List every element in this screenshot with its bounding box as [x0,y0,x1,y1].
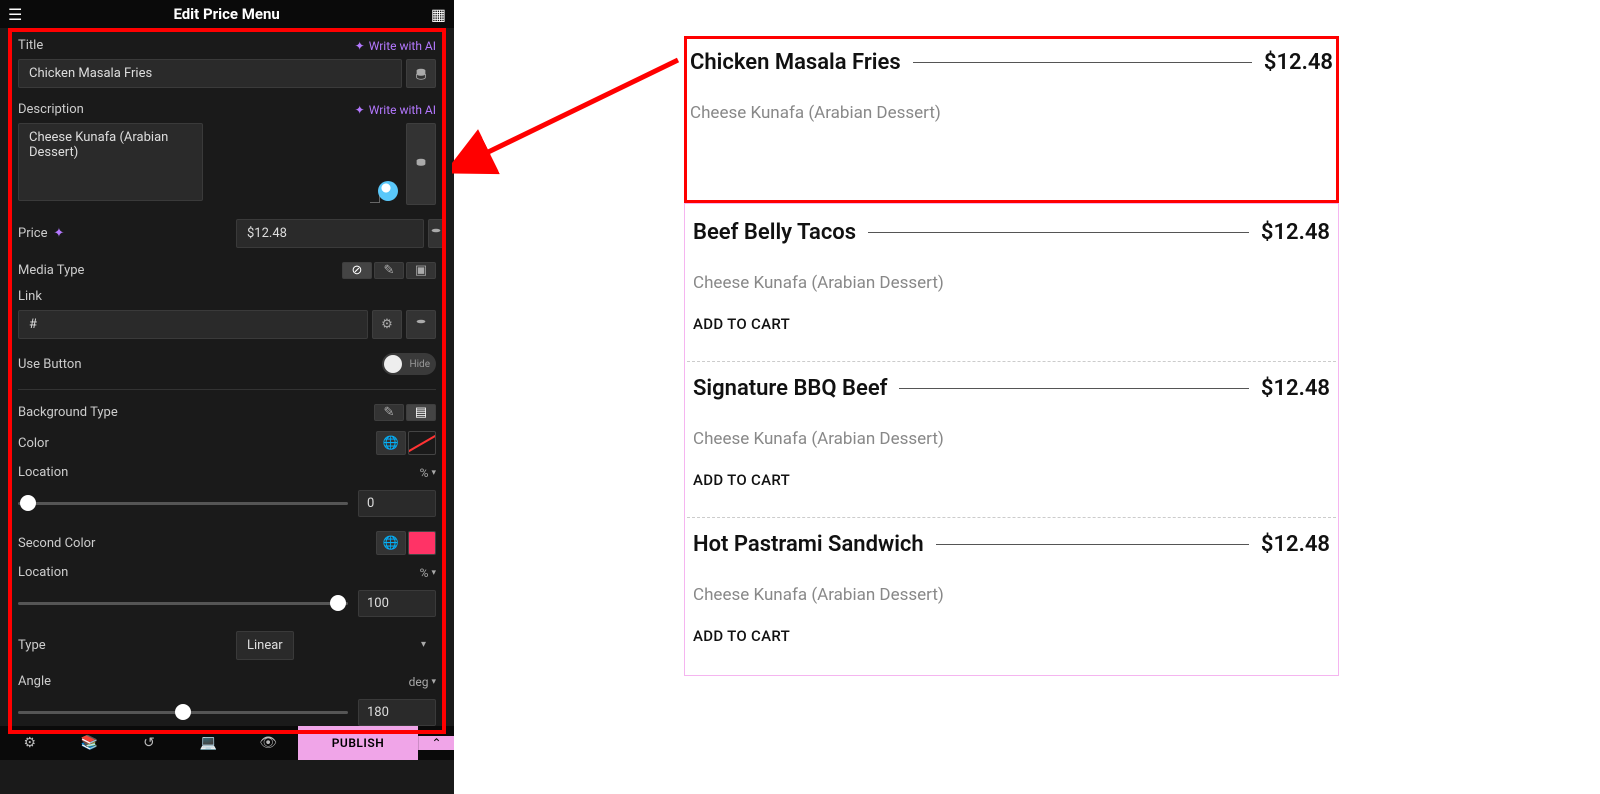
ai-avatar-icon[interactable] [378,181,398,201]
second-color-globe-icon[interactable]: 🌐 [376,531,406,555]
bg-solid-icon[interactable]: ✎ [374,404,404,421]
hamburger-icon[interactable]: ☰ [8,5,22,24]
menu-item-desc: Cheese Kunafa (Arabian Dessert) [693,429,1330,449]
location-unit[interactable]: %▾ [420,466,436,480]
link-label: Link [18,289,42,304]
use-button-label: Use Button [18,357,82,372]
sparkle-icon: ✦ [355,39,365,53]
color-swatch[interactable] [408,431,436,455]
menu-item-title: Chicken Masala Fries [690,50,901,75]
publish-button[interactable]: PUBLISH [298,726,418,760]
menu-item-title: Hot Pastrami Sandwich [693,532,924,557]
sparkle-icon: ✦ [53,226,64,241]
chevron-down-icon: ▾ [421,639,426,650]
footer-preview-icon[interactable]: 👁 [238,735,298,751]
menu-item-rule [936,544,1249,545]
link-settings-icon[interactable]: ⚙ [372,310,402,339]
type-label: Type [18,638,46,653]
panel-footer: ⚙ 📚 ↺ 💻 👁 PUBLISH ⌃ [0,726,454,760]
chevron-down-icon: ▾ [431,468,436,478]
location-value-input[interactable] [358,490,436,517]
angle-value-input[interactable] [358,699,436,726]
title-data-icon[interactable] [406,59,436,88]
footer-settings-icon[interactable]: ⚙ [0,735,60,751]
menu-item-price: $12.48 [1261,532,1330,557]
footer-layers-icon[interactable]: 📚 [60,735,120,751]
chevron-down-icon: ▾ [431,677,436,687]
color-globe-icon[interactable]: 🌐 [376,431,406,455]
title-label: Title [18,38,43,53]
media-image-icon[interactable]: ▣ [406,262,436,279]
footer-history-icon[interactable]: ↺ [119,735,179,751]
menu-item-title: Signature BBQ Beef [693,376,887,401]
location2-label: Location [18,565,68,580]
menu-item-price: $12.48 [1261,376,1330,401]
menu-item-rule [913,62,1252,63]
angle-unit[interactable]: deg▾ [409,675,436,689]
menu-items-container: Beef Belly Tacos $12.48 Cheese Kunafa (A… [684,203,1339,676]
panel-body: Title ✦Write with AI Description ✦Write … [0,28,454,726]
panel-title: Edit Price Menu [22,5,431,23]
location2-slider[interactable] [18,602,348,605]
footer-device-icon[interactable]: 💻 [179,735,239,751]
add-to-cart-button[interactable]: ADD TO CART [693,471,1330,489]
preview-canvas: Chicken Masala Fries $12.48 Cheese Kunaf… [454,0,1600,794]
panel-header: ☰ Edit Price Menu ▦ [0,0,454,28]
desc-data-icon[interactable] [406,123,436,205]
location2-unit[interactable]: %▾ [420,566,436,580]
price-data-icon[interactable] [428,219,444,248]
menu-item-selected[interactable]: Chicken Masala Fries $12.48 Cheese Kunaf… [684,36,1339,203]
location-slider[interactable] [18,502,348,505]
second-color-label: Second Color [18,536,95,551]
media-brush-icon[interactable]: ✎ [374,262,404,279]
menu-item-price: $12.48 [1264,50,1333,75]
menu-item-rule [868,232,1249,233]
edit-panel: ☰ Edit Price Menu ▦ Title ✦Write with AI… [0,0,454,794]
bg-gradient-icon[interactable]: ▤ [406,404,436,421]
menu-item-rule [899,388,1248,389]
menu-item-desc: Cheese Kunafa (Arabian Dessert) [693,273,1330,293]
second-color-swatch[interactable] [408,531,436,555]
angle-label: Angle [18,674,51,689]
menu-item-desc: Cheese Kunafa (Arabian Dessert) [690,103,1333,123]
price-input[interactable] [236,219,424,248]
add-to-cart-button[interactable]: ADD TO CART [693,627,1330,645]
location-label: Location [18,465,68,480]
description-label: Description [18,102,84,117]
menu-item-price: $12.48 [1261,220,1330,245]
link-data-icon[interactable] [406,310,436,339]
description-input[interactable]: Cheese Kunafa (Arabian Dessert) [18,123,203,201]
write-with-ai-desc[interactable]: ✦Write with AI [355,103,436,117]
menu-item[interactable]: Beef Belly Tacos $12.48 Cheese Kunafa (A… [687,206,1336,362]
background-type-label: Background Type [18,405,118,420]
menu-item[interactable]: Hot Pastrami Sandwich $12.48 Cheese Kuna… [687,518,1336,673]
menu-item-title: Beef Belly Tacos [693,220,856,245]
chevron-down-icon: ▾ [431,568,436,578]
menu-card: Chicken Masala Fries $12.48 Cheese Kunaf… [684,36,1339,676]
add-to-cart-button[interactable]: ADD TO CART [693,315,1330,333]
angle-slider[interactable] [18,711,348,714]
location2-value-input[interactable] [358,590,436,617]
media-type-label: Media Type [18,263,84,278]
grid-icon[interactable]: ▦ [431,5,446,24]
link-input[interactable] [18,310,368,339]
color-label: Color [18,436,49,451]
sparkle-icon: ✦ [355,103,365,117]
menu-item[interactable]: Signature BBQ Beef $12.48 Cheese Kunafa … [687,362,1336,518]
write-with-ai-title[interactable]: ✦Write with AI [355,39,436,53]
publish-chevron-icon[interactable]: ⌃ [418,736,454,750]
menu-item-desc: Cheese Kunafa (Arabian Dessert) [693,585,1330,605]
media-none-icon[interactable]: ⊘ [342,262,372,279]
title-input[interactable] [18,59,402,88]
price-label: Price [18,226,47,241]
type-select[interactable]: Linear [236,631,294,660]
use-button-toggle[interactable]: Hide [382,353,436,375]
